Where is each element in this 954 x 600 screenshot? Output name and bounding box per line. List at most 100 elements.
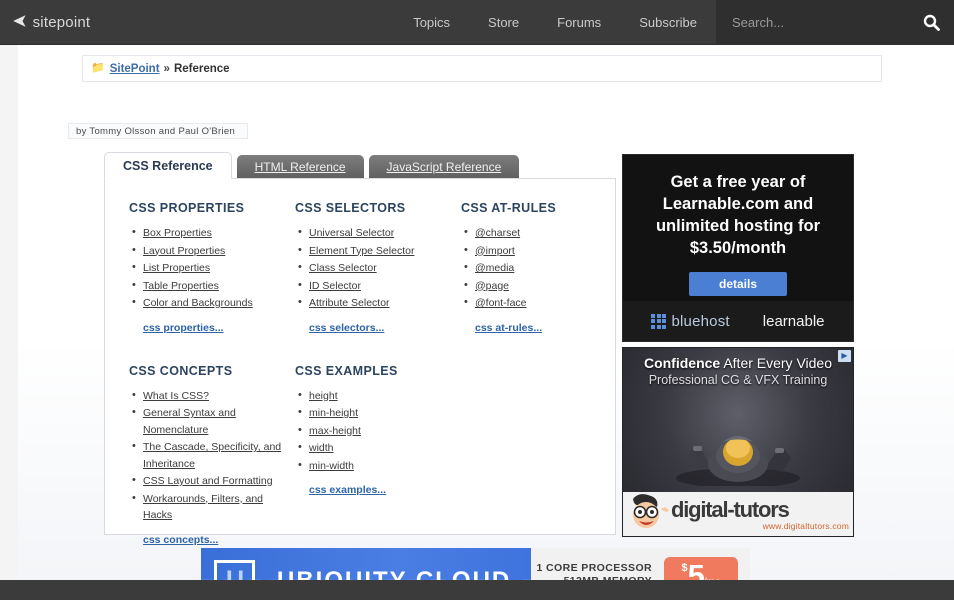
link-what-is-css[interactable]: What Is CSS? [143, 390, 209, 402]
learnable-wordmark: learnable [763, 313, 825, 330]
link-color-and-backgrounds[interactable]: Color and Backgrounds [143, 297, 253, 309]
link-table-properties[interactable]: Table Properties [143, 280, 219, 292]
ad-bluehost-headline: Get a free year of Learnable.com and unl… [623, 155, 853, 259]
list-item: The Cascade, Specificity, and Inheritanc… [143, 439, 285, 472]
breadcrumb-separator: » [164, 63, 170, 75]
primary-nav-links: Topics Store Forums Subscribe [394, 0, 954, 45]
tab-css-reference[interactable]: CSS Reference [104, 152, 232, 179]
tab-css-reference-label: CSS Reference [123, 159, 213, 173]
list-item: ID Selector [309, 278, 451, 295]
digital-tutors-brand: digital-tutors www.digitaltutors.com [671, 497, 854, 531]
ad-digital-tutors[interactable]: ▶ Confidence After Every Video Professio… [622, 347, 854, 537]
list-item: max-height [309, 423, 451, 440]
link-id-selector[interactable]: ID Selector [309, 280, 361, 292]
site-logo[interactable]: ➤ sitepoint [13, 14, 90, 31]
tab-javascript-reference[interactable]: JavaScript Reference [369, 155, 520, 179]
breadcrumb: 📁 SitePoint » Reference [82, 55, 882, 82]
section-title: CSS CONCEPTS [129, 364, 285, 378]
link-css-layout-and-formatting[interactable]: CSS Layout and Formatting [143, 475, 273, 487]
link-at-font-face[interactable]: @font-face [475, 297, 527, 309]
section-css-examples: CSS EXAMPLES height min-height max-heigh… [295, 364, 461, 548]
link-workarounds-filters-hacks[interactable]: Workarounds, Filters, and Hacks [143, 493, 263, 522]
reference-tabs: CSS Reference HTML Reference JavaScript … [104, 152, 519, 179]
list-item: @charset [475, 225, 601, 242]
list-item: height [309, 388, 451, 405]
link-general-syntax-and-nomenclature[interactable]: General Syntax and Nomenclature [143, 407, 236, 436]
link-element-type-selector[interactable]: Element Type Selector [309, 245, 414, 257]
digital-tutors-wordmark: digital-tutors [671, 499, 854, 521]
list-item: Class Selector [309, 260, 451, 277]
list-item: min-height [309, 405, 451, 422]
ad-dt-headline-rest: After Every Video [720, 355, 832, 371]
link-example-min-height[interactable]: min-height [309, 407, 358, 419]
section-title: CSS AT-RULES [461, 201, 601, 215]
ad-dt-subhead: Professional CG & VFX Training [623, 372, 853, 388]
list-item: List Properties [143, 260, 285, 277]
link-more-css-selectors[interactable]: css selectors... [309, 322, 384, 334]
nav-item-topics[interactable]: Topics [394, 0, 469, 45]
robot-illustration-icon [663, 408, 813, 486]
section-css-properties: CSS PROPERTIES Box Properties Layout Pro… [129, 201, 295, 336]
link-at-media[interactable]: @media [475, 262, 514, 274]
list-item: Color and Backgrounds [143, 295, 285, 312]
left-gutter [0, 45, 18, 580]
list-item: width [309, 440, 451, 457]
link-example-height[interactable]: height [309, 390, 338, 402]
link-list-properties[interactable]: List Properties [143, 262, 210, 274]
list-item: Attribute Selector [309, 295, 451, 312]
ad-dt-headline-bold: Confidence [644, 355, 720, 371]
link-at-page[interactable]: @page [475, 280, 509, 292]
link-more-css-at-rules[interactable]: css at-rules... [475, 322, 542, 334]
link-example-width[interactable]: width [309, 442, 334, 454]
link-layout-properties[interactable]: Layout Properties [143, 245, 225, 257]
nav-item-store[interactable]: Store [469, 0, 538, 45]
css-properties-list: Box Properties Layout Properties List Pr… [143, 225, 285, 312]
spacer-column [461, 364, 611, 548]
link-example-max-height[interactable]: max-height [309, 425, 361, 437]
list-item: General Syntax and Nomenclature [143, 405, 285, 438]
link-example-min-width[interactable]: min-width [309, 460, 354, 472]
search-area [716, 0, 954, 45]
bluehost-wordmark: bluehost [671, 313, 729, 330]
list-item: @import [475, 243, 601, 260]
search-icon[interactable] [908, 0, 954, 45]
ad-bluehost-footer: bluehost learnable [623, 301, 853, 341]
bluehost-dots-icon [651, 314, 666, 329]
list-item: Layout Properties [143, 243, 285, 260]
link-at-charset[interactable]: @charset [475, 227, 520, 239]
nav-item-subscribe[interactable]: Subscribe [620, 0, 716, 45]
section-css-concepts: CSS CONCEPTS What Is CSS? General Syntax… [129, 364, 295, 548]
banner-spec-cpu: 1 CORE PROCESSOR [536, 562, 652, 574]
reference-content-panel: CSS PROPERTIES Box Properties Layout Pro… [104, 178, 616, 535]
search-input[interactable] [716, 15, 886, 30]
link-more-css-examples[interactable]: css examples... [309, 484, 386, 496]
css-selectors-list: Universal Selector Element Type Selector… [309, 225, 451, 312]
link-more-css-concepts[interactable]: css concepts... [143, 534, 218, 546]
list-item: min-width [309, 458, 451, 475]
list-item: Workarounds, Filters, and Hacks [143, 491, 285, 524]
list-item: Element Type Selector [309, 243, 451, 260]
section-title: CSS EXAMPLES [295, 364, 451, 378]
author-credit-text: by Tommy Olsson and Paul O'Brien [76, 126, 235, 137]
reference-columns-row-2: CSS CONCEPTS What Is CSS? General Syntax… [105, 342, 615, 548]
link-universal-selector[interactable]: Universal Selector [309, 227, 394, 239]
link-more-css-properties[interactable]: css properties... [143, 322, 224, 334]
link-class-selector[interactable]: Class Selector [309, 262, 377, 274]
page-body: 📁 SitePoint » Reference by Tommy Olsson … [0, 45, 954, 580]
nav-item-forums[interactable]: Forums [538, 0, 620, 45]
list-item: Universal Selector [309, 225, 451, 242]
link-at-import[interactable]: @import [475, 245, 515, 257]
link-cascade-specificity-inheritance[interactable]: The Cascade, Specificity, and Inheritanc… [143, 441, 281, 470]
tab-html-reference[interactable]: HTML Reference [237, 155, 364, 179]
ad-dt-headline: Confidence After Every Video [623, 348, 853, 372]
list-item: CSS Layout and Formatting [143, 473, 285, 490]
ad-bluehost-learnable[interactable]: Get a free year of Learnable.com and unl… [622, 154, 854, 342]
ad-bluehost-details-button[interactable]: details [689, 272, 787, 296]
list-item: @media [475, 260, 601, 277]
breadcrumb-link-sitepoint[interactable]: SitePoint [110, 63, 160, 75]
section-title: CSS SELECTORS [295, 201, 451, 215]
link-box-properties[interactable]: Box Properties [143, 227, 212, 239]
link-attribute-selector[interactable]: Attribute Selector [309, 297, 390, 309]
list-item: What Is CSS? [143, 388, 285, 405]
tab-html-reference-label: HTML Reference [255, 160, 346, 174]
